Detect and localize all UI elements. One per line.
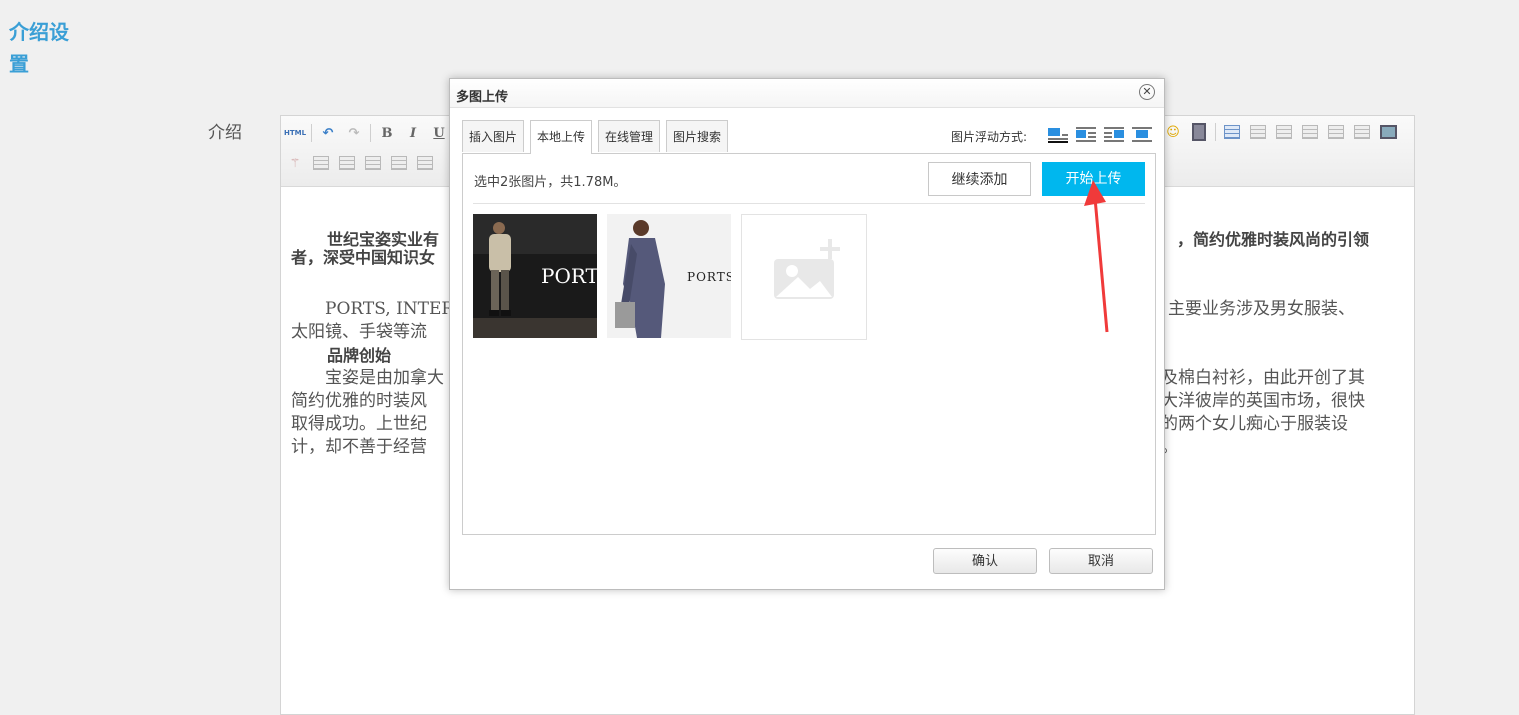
merge-cells-button[interactable]: ⚚ [285,153,305,173]
table-icon [417,156,433,170]
table-icon [1224,125,1240,139]
dialog-title: 多图上传 [456,90,509,105]
tab-local-upload[interactable]: 本地上传 [530,120,593,154]
intro-field-label: 介绍 [208,123,242,143]
table-icon [1250,125,1266,139]
delete-row-button[interactable] [1300,122,1320,142]
emotion-button[interactable]: ☺ [1163,122,1183,142]
multi-image-upload-dialog: 多图上传 ✕ 插入图片 本地上传 在线管理 图片搜索 图片浮动方式: 选中2张图… [449,78,1165,590]
underline-button[interactable]: U [429,123,449,143]
confirm-button[interactable]: 确认 [933,548,1037,574]
split-col-button[interactable] [1352,122,1372,142]
table-icon [391,156,407,170]
insert-table-button[interactable] [1222,122,1242,142]
html-source-button[interactable]: HTML [284,123,306,143]
image-thumbnail[interactable]: PORTS [473,214,597,338]
add-more-button[interactable]: 继续添加 [928,162,1031,196]
table-row-button[interactable] [311,153,331,173]
tab-online-manage[interactable]: 在线管理 [598,120,661,152]
emoji-icon: ☺ [1166,124,1180,140]
film-icon [1192,123,1206,141]
undo-button[interactable]: ↶ [318,123,338,143]
tab-insert-image[interactable]: 插入图片 [462,120,525,152]
preview-button[interactable] [1378,122,1398,142]
image-thumbnail[interactable]: PORTS [607,214,731,338]
float-none-option[interactable] [1047,125,1069,143]
float-mode-options [1047,125,1159,143]
float-mode-label: 图片浮动方式: [951,130,1028,144]
float-right-option[interactable] [1103,125,1125,143]
table-icon [339,156,355,170]
insert-row-button[interactable] [1248,122,1268,142]
table-split-button[interactable] [363,153,383,173]
toolbar-divider [311,124,312,142]
delete-col-button[interactable] [1326,122,1346,142]
annotation-arrow [1084,180,1109,333]
monitor-icon [1379,125,1397,139]
section-title: 介绍设置 [9,20,69,76]
thumbnail-brand-text: PORTS [541,264,597,288]
float-center-option[interactable] [1131,125,1153,143]
table-icon [365,156,381,170]
table-delete-button[interactable] [415,153,435,173]
dialog-tabs: 插入图片 本地上传 在线管理 图片搜索 [462,120,734,154]
thumbnail-brand-text: PORTS [687,270,731,284]
dialog-header: 多图上传 ✕ [450,79,1164,108]
tab-image-search[interactable]: 图片搜索 [666,120,729,152]
toolbar-divider [1215,123,1216,141]
float-left-option[interactable] [1075,125,1097,143]
table-icon [1354,125,1370,139]
video-button[interactable] [1189,122,1209,142]
upload-status-text: 选中2张图片，共1.78M。 [474,175,627,190]
cancel-button[interactable]: 取消 [1049,548,1153,574]
add-image-icon [774,239,840,299]
table-icon [1302,125,1318,139]
toolbar-divider [370,124,371,142]
bold-button[interactable]: B [377,123,397,143]
panel-divider [473,203,1145,204]
table-icon [1328,125,1344,139]
italic-button[interactable]: I [403,123,423,143]
table-col-button[interactable] [337,153,357,173]
insert-col-button[interactable] [1274,122,1294,142]
close-icon[interactable]: ✕ [1139,84,1155,100]
undo-icon: ↶ [322,125,334,141]
redo-icon: ↷ [348,125,360,141]
add-image-placeholder[interactable] [741,214,867,340]
table-icon [313,156,329,170]
upload-panel: 选中2张图片，共1.78M。 继续添加 开始上传 PORTS [462,153,1156,535]
merge-icon: ⚚ [289,156,301,170]
table-icon [1276,125,1292,139]
redo-button[interactable]: ↷ [344,123,364,143]
table-merge-button[interactable] [389,153,409,173]
